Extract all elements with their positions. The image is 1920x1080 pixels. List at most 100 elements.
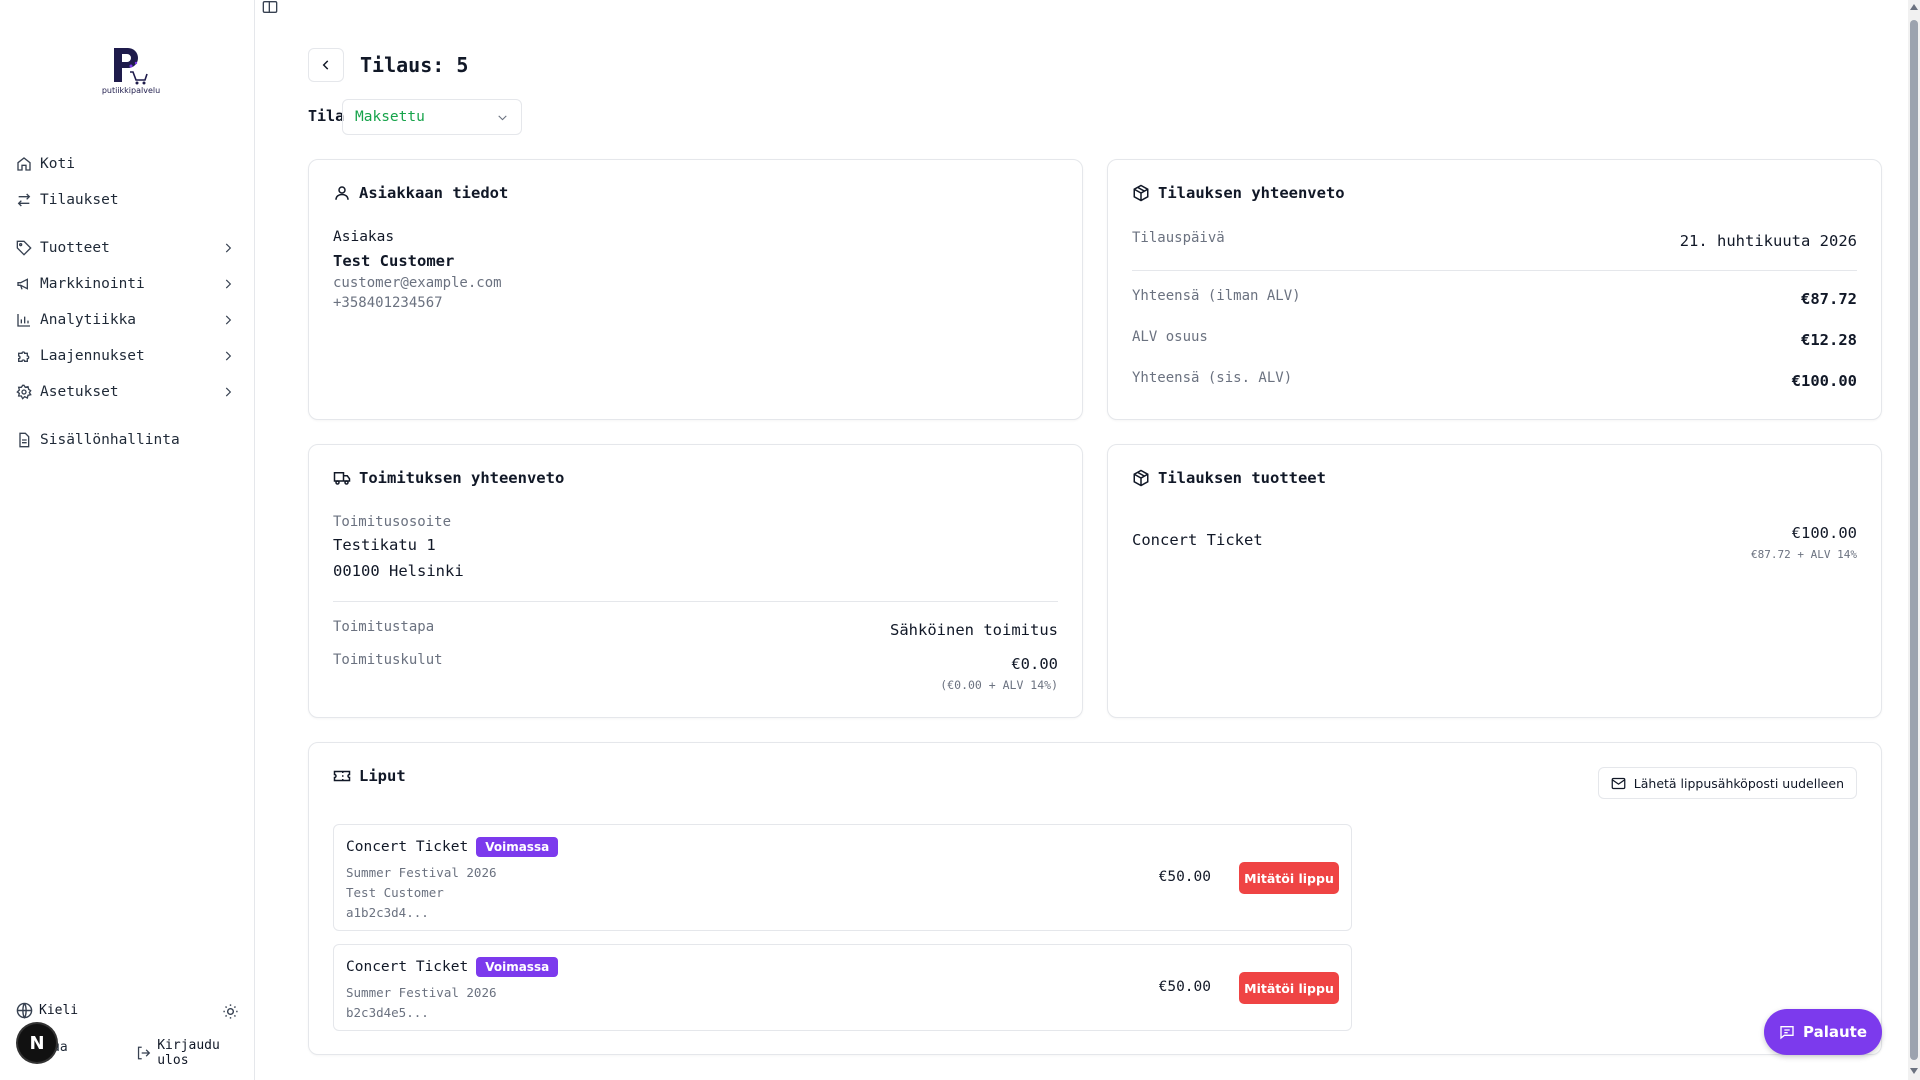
sidebar-item-tuotteet[interactable]: Tuotteet — [0, 230, 255, 266]
globe-icon — [16, 1002, 33, 1019]
vat-value: €12.28 — [1801, 331, 1857, 349]
product-price: €100.00 — [1791, 524, 1857, 542]
card-title: Tilauksen yhteenveto — [1158, 184, 1345, 202]
chat-icon — [1780, 1026, 1794, 1040]
sidebar-item-label: Analytiikka — [40, 312, 137, 328]
sidebar: putiikkipalvelu Koti Tilaukset Tuotteet … — [0, 0, 255, 1080]
sidebar-item-label: Tilaukset — [40, 192, 119, 208]
page-title: Tilaus: 5 — [360, 53, 469, 77]
ticket-holder: Test Customer — [346, 885, 444, 900]
language-selector[interactable]: Kieli — [16, 1002, 78, 1019]
address-line2: 00100 Helsinki — [333, 562, 464, 580]
customer-name: Test Customer — [333, 252, 455, 270]
shipping-cost-value: €0.00 — [1011, 655, 1058, 673]
ticket-price: €50.00 — [1158, 979, 1211, 995]
shipping-card: Toimituksen yhteenveto Toimitusosoite Te… — [308, 444, 1083, 718]
sidebar-item-label: Asetukset — [40, 384, 119, 400]
order-summary-card: Tilauksen yhteenveto Tilauspäivä 21. huh… — [1107, 159, 1882, 420]
address-label: Toimitusosoite — [333, 514, 452, 530]
subtotal-label: Yhteensä (ilman ALV) — [1132, 288, 1301, 304]
card-header: Asiakkaan tiedot — [333, 184, 508, 202]
sidebar-item-markkinointi[interactable]: Markkinointi — [0, 266, 255, 302]
scroll-down-arrow[interactable] — [1910, 1068, 1918, 1074]
chevron-right-icon — [225, 279, 232, 289]
scroll-thumb[interactable] — [1910, 20, 1918, 1060]
sidebar-item-koti[interactable]: Koti — [0, 146, 255, 182]
card-title: Liput — [359, 767, 406, 785]
vat-label: ALV osuus — [1132, 329, 1208, 345]
bar-chart-icon — [17, 314, 30, 327]
language-label: Kieli — [39, 1003, 79, 1018]
package-icon — [1133, 469, 1149, 487]
sidebar-item-asetukset[interactable]: Asetukset — [0, 374, 255, 410]
brand-logo-text: putiikkipalvelu — [101, 86, 161, 95]
status-label: Tila — [308, 107, 345, 125]
back-button[interactable] — [308, 48, 344, 82]
divider — [333, 601, 1058, 602]
ticket-icon — [333, 770, 351, 782]
product-name: Concert Ticket — [1132, 531, 1263, 549]
feedback-label: Palaute — [1803, 1023, 1867, 1041]
total-label: Yhteensä (sis. ALV) — [1132, 370, 1293, 386]
address-line1: Testikatu 1 — [333, 536, 436, 554]
card-title: Toimituksen yhteenveto — [359, 469, 565, 487]
sidebar-item-analytiikka[interactable]: Analytiikka — [0, 302, 255, 338]
ticket-name: Concert Ticket — [346, 839, 469, 855]
scrollbar[interactable] — [1908, 0, 1920, 1080]
status-value: Maksettu — [355, 109, 425, 125]
order-date-value: 21. huhtikuuta 2026 — [1679, 232, 1857, 250]
sidebar-item-label: Sisällönhallinta — [40, 432, 180, 448]
sidebar-item-label: Tuotteet — [40, 240, 110, 256]
card-header: Tilauksen yhteenveto — [1132, 184, 1345, 202]
sidebar-item-label: Laajennukset — [40, 348, 145, 364]
subtotal-value: €87.72 — [1801, 290, 1857, 308]
scroll-up-arrow[interactable] — [1910, 4, 1918, 10]
sidebar-toggle-icon[interactable] — [262, 0, 278, 14]
total-value: €100.00 — [1791, 372, 1857, 390]
resend-label: Lähetä lippusähköposti uudelleen — [1633, 775, 1844, 791]
customer-phone[interactable]: +358401234567 — [333, 295, 443, 311]
gear-icon — [16, 384, 32, 400]
chevron-right-icon — [225, 315, 232, 325]
sidebar-item-tilaukset[interactable]: Tilaukset — [0, 182, 255, 218]
resend-ticket-email-button[interactable]: Lähetä lippusähköposti uudelleen — [1597, 767, 1857, 799]
avatar[interactable]: N — [18, 1024, 56, 1062]
chevron-left-icon — [322, 60, 329, 70]
user-icon — [335, 186, 349, 200]
sun-icon[interactable] — [222, 1003, 239, 1020]
card-title: Asiakkaan tiedot — [359, 184, 509, 202]
mail-icon — [1611, 777, 1626, 789]
sidebar-item-sisallonhallinta[interactable]: Sisällönhallinta — [0, 422, 255, 458]
product-price-detail: €87.72 + ALV 14% — [1751, 548, 1857, 561]
ticket-row: Concert Ticket Voimassa Summer Festival … — [333, 824, 1352, 931]
order-date-label: Tilauspäivä — [1132, 230, 1225, 246]
tag-icon — [16, 240, 32, 256]
ticket-name: Concert Ticket — [346, 959, 469, 975]
logout-button[interactable]: Kirjaudu ulos — [136, 1038, 254, 1068]
chevron-down-icon — [498, 115, 507, 121]
shipping-method-label: Toimitustapa — [333, 619, 435, 635]
truck-icon — [333, 472, 351, 485]
feedback-button[interactable]: Palaute — [1764, 1009, 1882, 1055]
sidebar-item-laajennukset[interactable]: Laajennukset — [0, 338, 255, 374]
logout-label: Kirjaudu ulos — [157, 1038, 220, 1068]
void-ticket-button[interactable]: Mitätöi lippu — [1239, 862, 1339, 894]
customer-label: Asiakas — [333, 229, 395, 245]
logout-icon — [137, 1046, 151, 1060]
void-ticket-button[interactable]: Mitätöi lippu — [1239, 972, 1339, 1004]
ticket-code: a1b2c3d4... — [346, 905, 429, 920]
customer-card: Asiakkaan tiedot Asiakas Test Customer c… — [308, 159, 1083, 420]
status-select[interactable]: Maksettu — [342, 99, 522, 135]
tickets-card: Liput Lähetä lippusähköposti uudelleen C… — [308, 742, 1882, 1055]
customer-email[interactable]: customer@example.com — [333, 275, 502, 291]
card-header: Toimituksen yhteenveto — [333, 469, 564, 487]
sidebar-item-label: Koti — [40, 156, 75, 172]
shipping-cost-detail: (€0.00 + ALV 14%) — [940, 678, 1058, 692]
order-products-card: Tilauksen tuotteet Concert Ticket €100.0… — [1107, 444, 1882, 718]
card-header: Tilauksen tuotteet — [1132, 469, 1326, 487]
shipping-method-value: Sähköinen toimitus — [890, 621, 1058, 639]
ticket-code: b2c3d4e5... — [346, 1005, 429, 1020]
arrows-icon — [17, 193, 31, 207]
status-badge: Voimassa — [476, 837, 559, 857]
document-icon — [19, 432, 30, 448]
